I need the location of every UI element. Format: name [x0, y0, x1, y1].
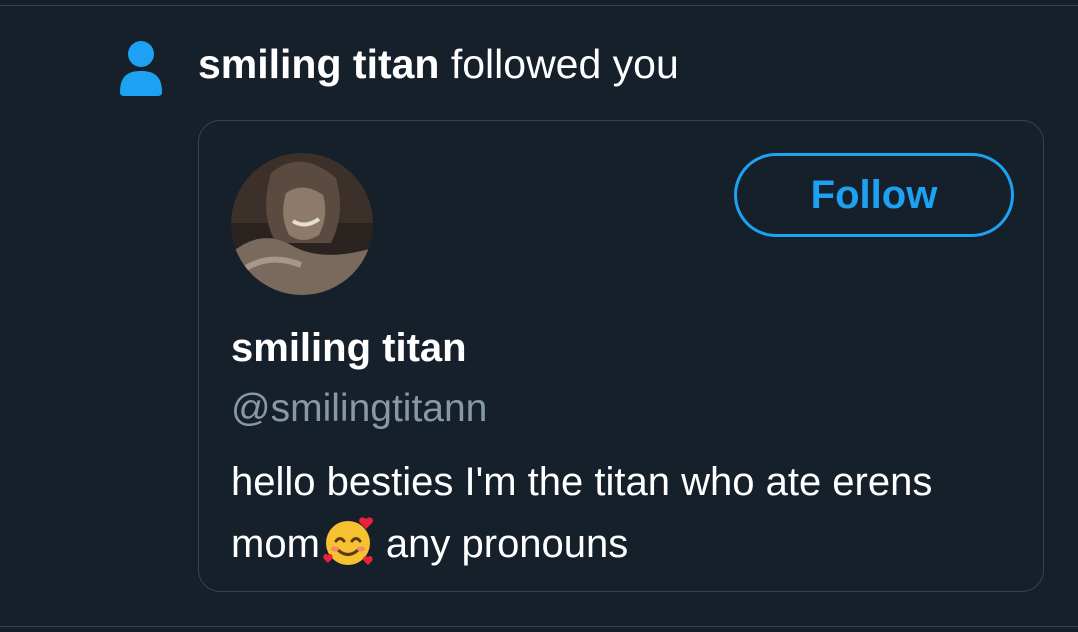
bio-text-end: any pronouns — [385, 522, 629, 566]
top-divider — [0, 5, 1078, 6]
smiling-face-with-hearts-icon — [322, 513, 378, 569]
person-icon — [118, 40, 164, 96]
display-name[interactable]: smiling titan — [231, 326, 467, 371]
follow-button[interactable]: Follow — [734, 153, 1014, 237]
user-card[interactable]: Follow smiling titan @smilingtitann hell… — [198, 120, 1044, 592]
notification-action: followed you — [439, 41, 679, 87]
user-handle[interactable]: @smilingtitann — [231, 387, 487, 431]
bottom-divider — [0, 626, 1078, 627]
follower-name-link[interactable]: smiling titan — [198, 41, 439, 87]
notification-text: smiling titan followed you — [198, 38, 679, 90]
avatar[interactable] — [231, 153, 373, 295]
user-bio: hello besties I'm the titan who ate eren… — [231, 451, 1021, 575]
